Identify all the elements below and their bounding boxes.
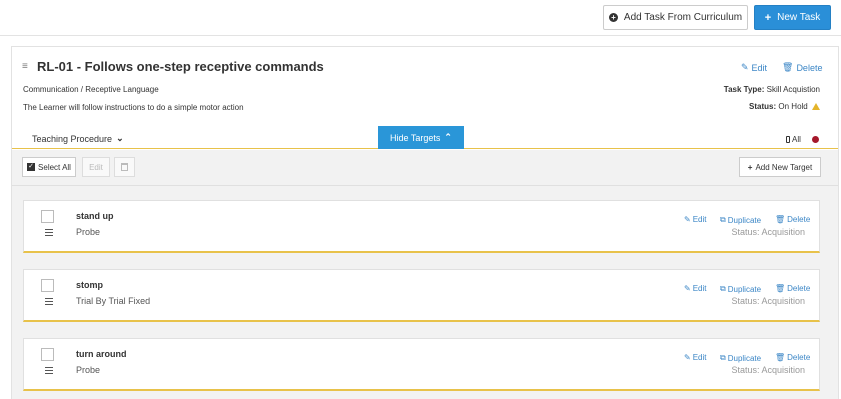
task-status-value: On Hold [778,102,808,111]
bulk-edit-button[interactable]: Edit [82,157,110,177]
target-edit-label: Edit [692,353,707,362]
target-duplicate-link[interactable]: ⧉ Duplicate [720,353,761,363]
target-type: Probe [76,365,101,375]
select-all-button[interactable]: ✓ Select All [22,157,76,177]
add-new-target-button[interactable]: + Add New Target [739,157,821,177]
hide-targets-button[interactable]: Hide Targets ⌃ [378,126,464,149]
target-name: stand up [76,211,114,221]
all-label: All [792,135,801,144]
plus-icon: + [747,162,753,172]
task-delete-link[interactable]: 🗑 Delete [782,62,822,73]
bulk-edit-label: Edit [89,162,103,172]
duplicate-icon: ⧉ [720,215,726,224]
target-card: turn around Probe ✎ Edit ⧉ Duplicate 🗑 Dele… [23,338,820,391]
task-domain: Communication / Receptive Language [23,85,159,94]
targets-toolbar: ✓ Select All Edit + Add New Target [12,150,838,186]
task-description: The Learner will follow instructions to … [23,103,244,112]
task-type-label: Task Type: [723,85,765,94]
target-edit-link[interactable]: ✎ Edit [684,353,707,362]
target-type: Probe [76,227,101,237]
task-type-info: Task Type: Skill Acquistion [724,85,820,94]
new-task-button[interactable]: + New Task [754,5,831,30]
task-edit-label: Edit [751,62,768,73]
hide-targets-label: Hide Targets [390,132,441,143]
trash-icon: 🗑 [782,62,794,72]
target-name: stomp [76,280,103,290]
trash-icon: 🗑 [775,284,786,293]
task-header: ≡ RL-01 - Follows one-step receptive com… [12,47,838,149]
chevron-down-icon: ⌄ [116,133,124,143]
target-duplicate-label: Duplicate [727,284,762,294]
task-type-value: Skill Acquistion [766,85,820,94]
task-title: RL-01 - Follows one-step receptive comma… [37,59,324,74]
add-task-from-curriculum-button[interactable]: + Add Task From Curriculum [603,5,748,30]
target-card: stand up Probe ✎ Edit ⧉ Duplicate 🗑 Delete … [23,200,820,253]
target-delete-label: Delete [787,284,811,293]
edit-icon: ✎ [684,284,691,293]
trash-icon [121,163,128,171]
duplicate-icon: ⧉ [720,353,726,362]
target-delete-label: Delete [787,353,811,362]
task-delete-label: Delete [796,62,823,73]
task-panel: ≡ RL-01 - Follows one-step receptive com… [11,46,839,399]
target-checkbox[interactable] [41,279,54,292]
drag-handle-icon[interactable]: ≡ [22,61,28,72]
target-delete-link[interactable]: 🗑 Delete [775,215,810,224]
target-status: Status: Acquisition [731,365,805,375]
add-task-from-curriculum-label: Add Task From Curriculum [623,12,743,23]
drag-handle-icon[interactable] [45,367,53,376]
target-checkbox[interactable] [41,210,54,223]
target-edit-link[interactable]: ✎ Edit [684,215,707,224]
target-duplicate-link[interactable]: ⧉ Duplicate [720,284,761,294]
target-type: Trial By Trial Fixed [76,296,151,306]
checkbox-icon: ✓ [27,163,36,171]
task-status-info: Status: On Hold [749,102,820,111]
target-edit-label: Edit [692,215,707,224]
target-duplicate-label: Duplicate [727,353,762,363]
target-duplicate-label: Duplicate [727,215,762,225]
targets-area: ✓ Select All Edit + Add New Target stand… [12,150,838,399]
add-new-target-label: Add New Target [755,162,813,172]
select-all-label: Select All [38,162,71,172]
target-status: Status: Acquisition [731,296,805,306]
target-edit-label: Edit [692,284,707,293]
new-task-label: New Task [777,12,821,23]
target-checkbox[interactable] [41,348,54,361]
bulk-delete-button[interactable] [114,157,135,177]
edit-icon: ✎ [684,353,691,362]
target-status: Status: Acquisition [731,227,805,237]
target-name: turn around [76,349,127,359]
trash-icon: 🗑 [775,215,786,224]
task-status-label: Status: [749,102,777,111]
device-filter-all[interactable]: All [786,135,801,144]
status-indicator-dot [812,136,819,143]
edit-icon: ✎ [741,62,749,72]
drag-handle-icon[interactable] [45,229,53,238]
trash-icon: 🗑 [775,353,786,362]
top-toolbar: + Add Task From Curriculum + New Task [0,0,841,36]
target-delete-link[interactable]: 🗑 Delete [775,353,810,362]
target-edit-link[interactable]: ✎ Edit [684,284,707,293]
chevron-up-icon: ⌃ [444,132,452,142]
plus-icon: + [764,11,772,24]
target-delete-label: Delete [787,215,811,224]
phone-icon [786,136,790,143]
teaching-procedure-label: Teaching Procedure [32,133,113,144]
warning-icon [812,103,820,110]
duplicate-icon: ⧉ [720,284,726,293]
target-duplicate-link[interactable]: ⧉ Duplicate [720,215,761,225]
plus-circle-icon: + [608,13,618,22]
target-card: stomp Trial By Trial Fixed ✎ Edit ⧉ Duplic… [23,269,820,322]
drag-handle-icon[interactable] [45,298,53,307]
teaching-procedure-dropdown[interactable]: Teaching Procedure ⌄ [32,133,124,144]
edit-icon: ✎ [684,215,691,224]
target-delete-link[interactable]: 🗑 Delete [775,284,810,293]
task-edit-link[interactable]: ✎ Edit [741,62,767,73]
